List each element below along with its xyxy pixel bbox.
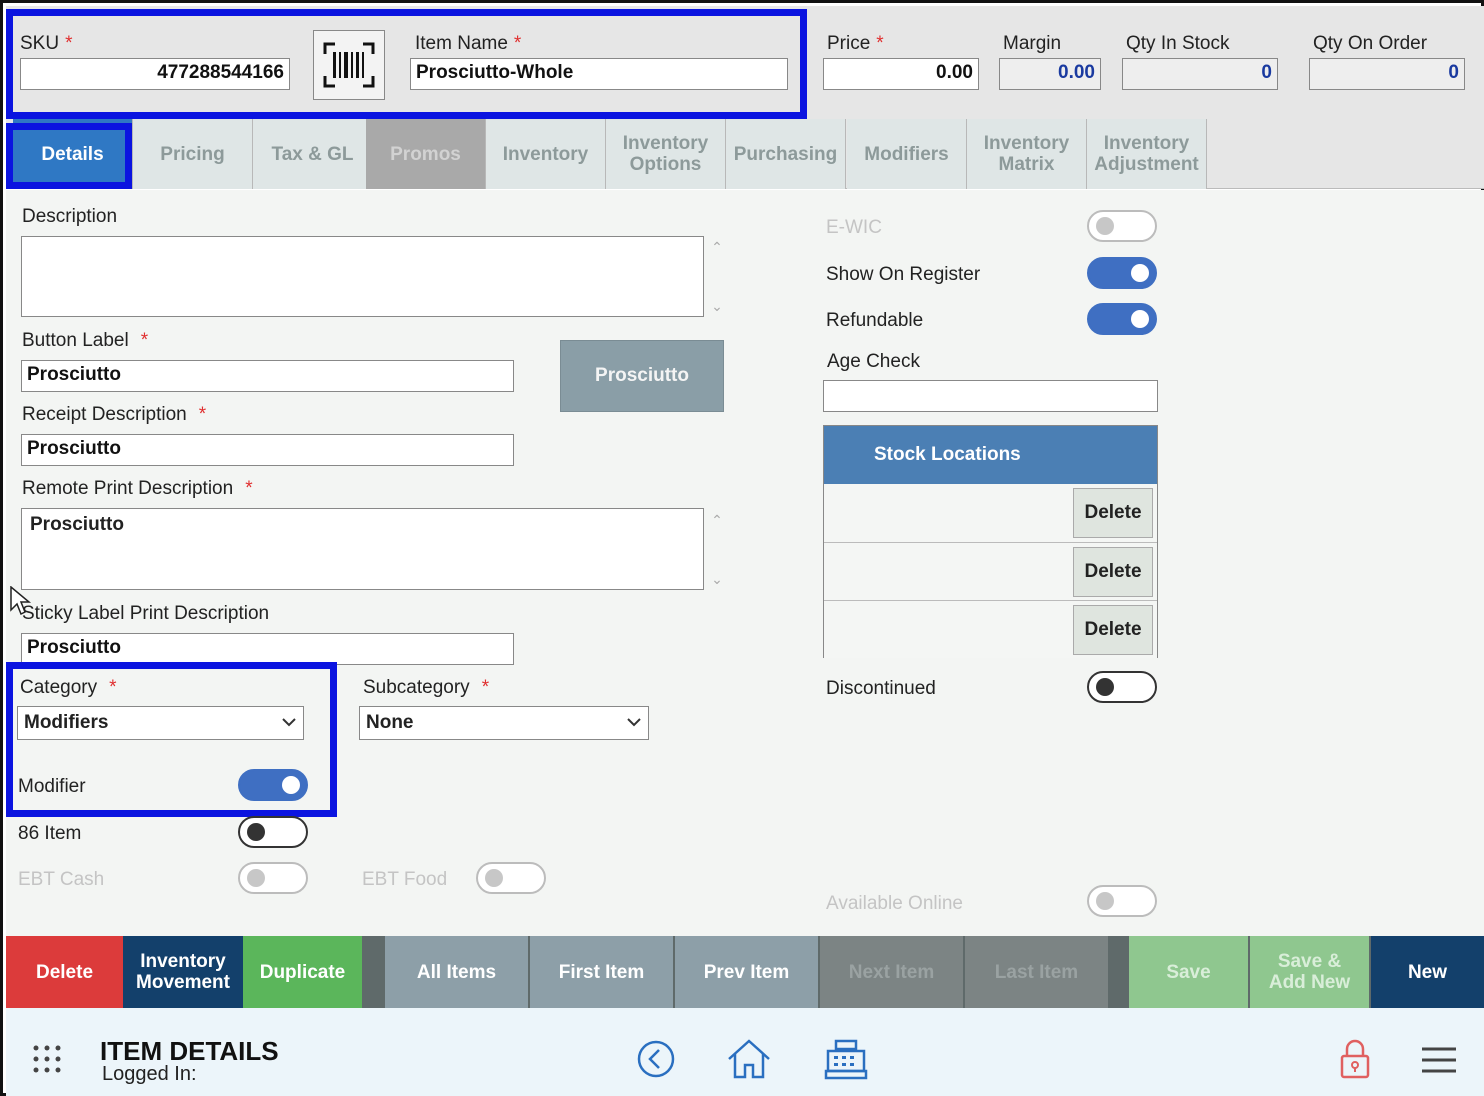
tab-tax-gl[interactable]: Tax & GL — [253, 119, 373, 189]
highlight-sku-name — [6, 9, 807, 119]
delete-button[interactable]: Delete — [6, 936, 123, 1008]
all-items-button[interactable]: All Items — [385, 936, 528, 1008]
qty-on-order-label: Qty On Order — [1313, 33, 1428, 54]
grid-icon[interactable] — [32, 1044, 62, 1074]
tab-inventory-options[interactable]: Inventory Options — [606, 119, 726, 189]
duplicate-button[interactable]: Duplicate — [243, 936, 362, 1008]
age-check-label: Age Check — [827, 351, 920, 372]
footer-bar: ITEM DETAILS Logged In: — [6, 1008, 1484, 1096]
refundable-toggle[interactable] — [1087, 303, 1157, 335]
qty-on-order-field: 0 — [1309, 58, 1465, 90]
price-input[interactable]: 0.00 — [823, 58, 979, 90]
save-add-new-button[interactable]: Save & Add New — [1250, 936, 1369, 1008]
next-item-button: Next Item — [820, 936, 963, 1008]
table-row: Delete — [824, 484, 1157, 542]
table-row: Delete — [824, 600, 1157, 658]
subcategory-select[interactable]: None — [359, 706, 649, 740]
toggle-knob — [247, 823, 265, 841]
description-textarea[interactable] — [21, 236, 704, 317]
subcategory-label: Subcategory * — [363, 677, 490, 698]
margin-field: 0.00 — [999, 58, 1101, 90]
delete-location-button[interactable]: Delete — [1073, 605, 1153, 655]
stock-locations-title: Stock Locations — [824, 426, 1157, 484]
description-label: Description — [22, 206, 118, 227]
button-label-label: Button Label * — [22, 330, 149, 351]
ewic-toggle — [1087, 210, 1157, 242]
available-online-label: Available Online — [826, 893, 963, 914]
tab-promos: Promos — [366, 119, 486, 189]
stock-locations-table: Stock Locations Delete Delete Delete — [823, 425, 1158, 658]
tab-inventory-adjustment[interactable]: Inventory Adjustment — [1087, 119, 1207, 189]
app-frame: SKU * 477288544166 Item Name * Prosciutto-… — [0, 0, 1484, 1096]
menu-icon[interactable] — [1421, 1046, 1457, 1074]
remote-print-label: Remote Print Description * — [22, 478, 253, 499]
highlight-details-tab — [6, 123, 132, 189]
first-item-button[interactable]: First Item — [530, 936, 673, 1008]
scroll-up-icon: ⌃ — [711, 512, 723, 528]
scroll-down-icon: ⌄ — [711, 298, 723, 314]
highlight-category-modifier — [6, 662, 337, 817]
button-label-input[interactable]: Prosciutto — [21, 360, 514, 392]
show-on-register-toggle[interactable] — [1087, 257, 1157, 289]
toggle-knob — [1096, 892, 1114, 910]
tab-purchasing[interactable]: Purchasing — [726, 119, 846, 189]
action-bar: Delete Inventory Movement Duplicate All … — [6, 936, 1484, 1008]
new-button[interactable]: New — [1371, 936, 1484, 1008]
qty-in-stock-label: Qty In Stock — [1126, 33, 1230, 54]
toggle-knob — [1131, 264, 1149, 282]
ewic-label: E-WIC — [826, 217, 882, 238]
receipt-description-label: Receipt Description * — [22, 404, 207, 425]
chevron-down-icon — [627, 718, 641, 727]
item86-toggle[interactable] — [238, 816, 308, 848]
toggle-knob — [1096, 217, 1114, 235]
sticky-label-input[interactable]: Prosciutto — [21, 633, 514, 665]
sticky-label-label: Sticky Label Print Description — [22, 603, 270, 624]
remote-print-textarea[interactable]: Prosciutto — [21, 508, 704, 590]
back-icon[interactable] — [636, 1039, 676, 1079]
last-item-button: Last Item — [965, 936, 1108, 1008]
show-on-register-label: Show On Register — [826, 264, 981, 285]
receipt-description-input[interactable]: Prosciutto — [21, 434, 514, 466]
delete-location-button[interactable]: Delete — [1073, 488, 1153, 538]
ebt-food-toggle — [476, 862, 546, 894]
button-preview: Prosciutto — [560, 340, 724, 412]
toggle-knob — [247, 869, 265, 887]
tab-modifiers[interactable]: Modifiers — [847, 119, 967, 189]
toggle-knob — [485, 869, 503, 887]
inventory-movement-button[interactable]: Inventory Movement — [123, 936, 243, 1008]
register-icon[interactable] — [824, 1038, 868, 1080]
qty-in-stock-field: 0 — [1122, 58, 1278, 90]
tab-pricing[interactable]: Pricing — [133, 119, 253, 189]
item86-label: 86 Item — [18, 823, 82, 844]
tab-bar: Details Pricing Tax & GL Promos Inventor… — [6, 119, 1484, 189]
tab-inventory[interactable]: Inventory — [486, 119, 606, 189]
prev-item-button[interactable]: Prev Item — [675, 936, 818, 1008]
scroll-down-icon: ⌄ — [711, 571, 723, 587]
discontinued-toggle[interactable] — [1087, 671, 1157, 703]
refundable-label: Refundable — [826, 310, 924, 331]
ebt-cash-label: EBT Cash — [18, 869, 105, 890]
save-button[interactable]: Save — [1129, 936, 1248, 1008]
delete-location-button[interactable]: Delete — [1073, 547, 1153, 597]
lock-icon[interactable] — [1339, 1038, 1371, 1080]
margin-label: Margin — [1003, 33, 1062, 54]
discontinued-label: Discontinued — [826, 678, 936, 699]
ebt-food-label: EBT Food — [362, 869, 448, 890]
age-check-input[interactable] — [823, 380, 1158, 412]
tab-inventory-matrix[interactable]: Inventory Matrix — [967, 119, 1087, 189]
available-online-toggle — [1087, 885, 1157, 917]
description-scrollbar[interactable]: ⌃ ⌄ — [707, 239, 727, 315]
price-label: Price * — [827, 33, 884, 54]
table-row: Delete — [824, 542, 1157, 600]
home-icon[interactable] — [726, 1038, 772, 1080]
ebt-cash-toggle — [238, 862, 308, 894]
subcategory-selected: None — [366, 712, 414, 733]
scroll-up-icon: ⌃ — [711, 239, 723, 255]
toggle-knob — [1096, 678, 1114, 696]
toggle-knob — [1131, 310, 1149, 328]
remote-print-scrollbar[interactable]: ⌃ ⌄ — [707, 512, 727, 588]
logged-in-text: Logged In: — [102, 1063, 197, 1085]
